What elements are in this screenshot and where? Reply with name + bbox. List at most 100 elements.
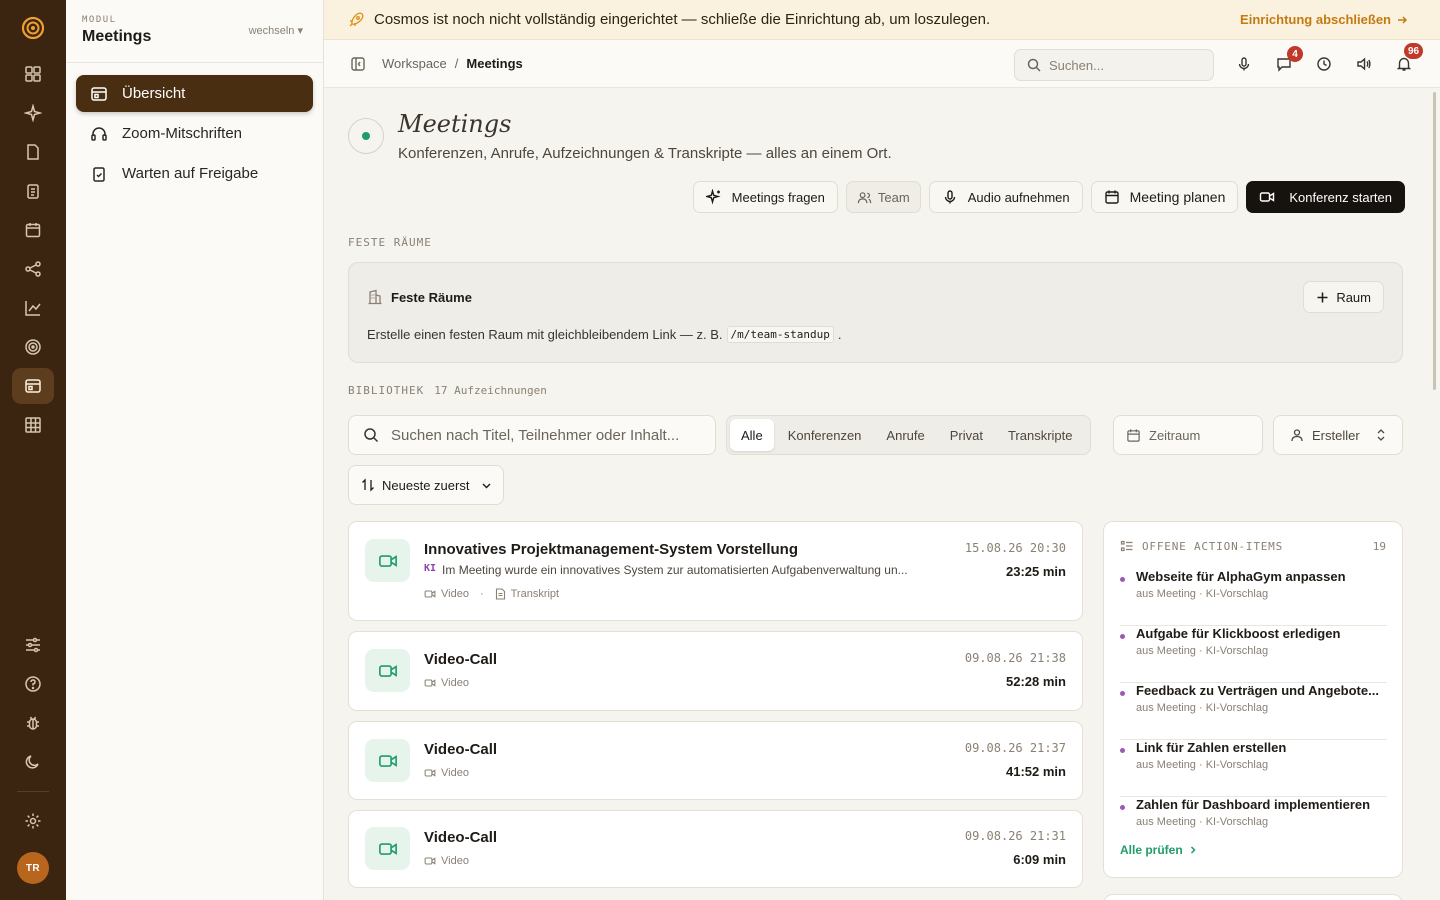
start-conference-button[interactable]: Konferenz starten xyxy=(1246,181,1405,213)
plan-meeting-label: Meeting planen xyxy=(1129,189,1226,205)
recording-title: Innovatives Projektmanagement-System Vor… xyxy=(424,541,798,558)
action-item[interactable]: Feedback zu Verträgen und Angebote... au… xyxy=(1120,683,1387,740)
chat-icon[interactable]: 4 xyxy=(1264,46,1304,80)
meetings-icon[interactable] xyxy=(12,368,54,404)
video-small-icon xyxy=(424,677,436,689)
arrow-right-icon xyxy=(1396,14,1408,26)
clipboard-icon[interactable] xyxy=(12,173,54,209)
meta-video: Video xyxy=(441,588,469,600)
sort-select[interactable]: Neueste zuerst xyxy=(348,465,504,505)
tab-all[interactable]: Alle xyxy=(730,419,774,451)
date-range-picker[interactable]: Zeitraum xyxy=(1113,415,1263,455)
action-item[interactable]: Link für Zahlen erstellen aus Meeting · … xyxy=(1120,740,1387,797)
search-icon xyxy=(1027,58,1041,72)
ask-meetings-button[interactable]: Meetings fragen xyxy=(692,181,838,213)
history-icon[interactable] xyxy=(1304,48,1344,80)
document-icon[interactable] xyxy=(12,134,54,170)
ask-meetings-label: Meetings fragen xyxy=(731,189,825,205)
video-small-icon xyxy=(424,855,436,867)
settings-icon[interactable] xyxy=(12,803,54,839)
plan-meeting-button[interactable]: Meeting planen xyxy=(1090,181,1239,213)
analytics-icon[interactable] xyxy=(12,290,54,326)
global-search[interactable] xyxy=(1014,49,1214,81)
video-camera-icon xyxy=(1259,189,1275,205)
action-item[interactable]: Webseite für AlphaGym anpassen aus Meeti… xyxy=(1120,569,1387,626)
help-icon[interactable] xyxy=(12,666,54,702)
meta-video: Video xyxy=(441,855,469,867)
sidebar-toggle-icon[interactable] xyxy=(350,56,366,72)
record-audio-button[interactable]: Audio aufnehmen xyxy=(928,181,1083,213)
fixed-rooms-panel: Feste Räume Raum Erstelle einen festen R… xyxy=(348,262,1403,363)
recording-duration: 23:25 min xyxy=(1006,564,1066,579)
finish-setup-link[interactable]: Einrichtung abschließen xyxy=(1240,12,1408,27)
library-count: 17 Aufzeichnungen xyxy=(434,384,547,397)
library-section-label: BIBLIOTHEK 17 Aufzeichnungen xyxy=(348,384,547,397)
finish-setup-label: Einrichtung abschließen xyxy=(1240,12,1391,27)
tab-transcripts[interactable]: Transkripte xyxy=(997,419,1084,451)
tab-calls[interactable]: Anrufe xyxy=(875,419,935,451)
ai-sparkle-icon[interactable] xyxy=(12,95,54,131)
fixed-rooms-title: Feste Räume xyxy=(391,289,472,305)
review-all-link[interactable]: Alle prüfen xyxy=(1120,843,1198,857)
chat-badge: 4 xyxy=(1287,46,1303,62)
action-items-panel: OFFENE ACTION-ITEMS 19 Webseite für Alph… xyxy=(1103,521,1403,878)
tab-private[interactable]: Privat xyxy=(939,419,994,451)
fixed-rooms-description: Erstelle einen festen Raum mit gleichble… xyxy=(367,326,841,343)
bug-icon[interactable] xyxy=(12,705,54,741)
sidebar-item-pending-approval[interactable]: Warten auf Freigabe xyxy=(76,155,313,192)
dark-mode-icon[interactable] xyxy=(12,744,54,780)
module-switch-button[interactable]: wechseln ▾ xyxy=(249,24,303,37)
sidebar-item-overview[interactable]: Übersicht xyxy=(76,75,313,112)
scrollbar-thumb[interactable] xyxy=(1433,92,1436,390)
action-item-source: aus Meeting · KI-Vorschlag xyxy=(1136,645,1269,657)
breadcrumb-workspace[interactable]: Workspace xyxy=(382,56,447,71)
sort-label: Neueste zuerst xyxy=(382,477,470,493)
transcript-icon xyxy=(495,588,506,600)
calendar-icon[interactable] xyxy=(12,212,54,248)
action-items-heading: OFFENE ACTION-ITEMS xyxy=(1120,539,1283,553)
dashboard-icon[interactable] xyxy=(12,56,54,92)
team-button[interactable]: Team xyxy=(845,181,921,213)
breadcrumb: Workspace / Meetings xyxy=(382,56,523,71)
recording-card[interactable]: Video-Call 09.08.26 21:38 52:28 min Vide… xyxy=(348,631,1083,711)
action-item[interactable]: Aufgabe für Klickboost erledigen aus Mee… xyxy=(1120,626,1387,683)
share-icon[interactable] xyxy=(12,251,54,287)
add-room-button[interactable]: Raum xyxy=(1303,281,1384,313)
speaker-icon[interactable] xyxy=(1344,48,1384,80)
user-avatar[interactable]: TR xyxy=(17,852,49,884)
recording-card[interactable]: Video-Call 09.08.26 21:31 6:09 min Video xyxy=(348,810,1083,888)
sidebar-item-zoom-notes[interactable]: Zoom-Mitschriften xyxy=(76,115,313,152)
creator-select[interactable]: Ersteller xyxy=(1273,415,1403,455)
rooms-desc-text: Erstelle einen festen Raum mit gleichble… xyxy=(367,327,723,342)
tab-conferences[interactable]: Konferenzen xyxy=(777,419,873,451)
recording-title: Video-Call xyxy=(424,741,498,758)
recording-duration: 6:09 min xyxy=(1013,852,1066,867)
action-item-title: Feedback zu Verträgen und Angebote... xyxy=(1136,683,1379,698)
microphone-icon[interactable] xyxy=(1224,48,1264,80)
breadcrumb-separator: / xyxy=(454,56,459,71)
target-icon[interactable] xyxy=(12,329,54,365)
table-icon[interactable] xyxy=(12,407,54,443)
action-item-source: aus Meeting · KI-Vorschlag xyxy=(1136,702,1269,714)
meeting-icon xyxy=(90,85,108,103)
video-small-icon xyxy=(424,767,436,779)
action-item-source: aus Meeting · KI-Vorschlag xyxy=(1136,588,1269,600)
recording-meta: Video xyxy=(424,677,469,689)
recording-card[interactable]: Innovatives Projektmanagement-System Vor… xyxy=(348,521,1083,621)
notifications-bell-icon[interactable]: 96 xyxy=(1384,43,1424,80)
sliders-icon[interactable] xyxy=(12,627,54,663)
recording-duration: 41:52 min xyxy=(1006,764,1066,779)
start-conference-label: Konferenz starten xyxy=(1289,189,1392,205)
recording-meta: Video xyxy=(424,767,469,779)
global-search-input[interactable] xyxy=(1049,57,1199,73)
recording-date: 09.08.26 21:38 xyxy=(964,651,1066,665)
cosmos-logo-icon[interactable] xyxy=(19,14,47,42)
app-rail: TR xyxy=(0,0,66,900)
bullet-icon xyxy=(1120,805,1125,810)
sidebar-item-label: Warten auf Freigabe xyxy=(122,165,259,182)
rocket-icon xyxy=(348,12,364,28)
recording-card[interactable]: Video-Call 09.08.26 21:37 41:52 min Vide… xyxy=(348,721,1083,800)
library-search-input[interactable] xyxy=(391,426,691,444)
library-search[interactable] xyxy=(348,415,716,455)
library-filter-bar: Alle Konferenzen Anrufe Privat Transkrip… xyxy=(348,415,1403,455)
